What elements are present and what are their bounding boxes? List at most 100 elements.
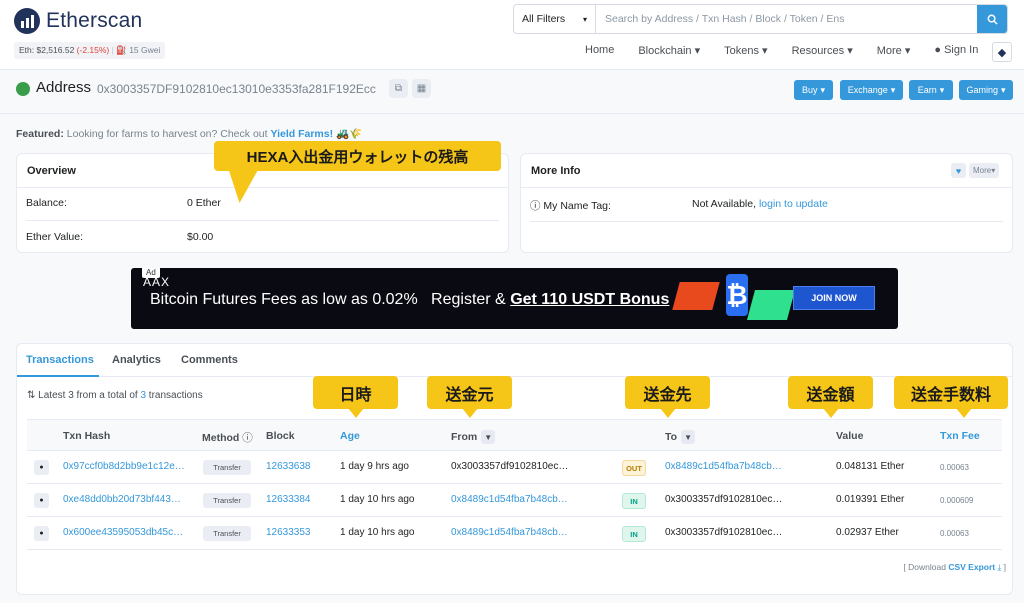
nav-tokens[interactable]: Tokens ▾ — [724, 44, 767, 57]
tab-bar: Transactions Analytics Comments — [17, 344, 1012, 377]
more-info-title: More Info — [531, 164, 581, 177]
more-info-card: More Info ♥ More ▾ ⓘ My Name Tag: Not Av… — [520, 153, 1013, 253]
earn-button[interactable]: Earn ▾ — [909, 80, 953, 100]
logo-chart-icon — [14, 8, 40, 34]
address-hash: 0x3003357DF9102810ec13010e3353fa281F192E… — [97, 82, 376, 96]
exchange-button[interactable]: Exchange ▾ — [840, 80, 903, 100]
callout-pointer — [660, 408, 676, 418]
table-row: ● 0x97ccf0b8d2bb9e1c12e… Transfer 126336… — [27, 451, 1002, 484]
heart-icon[interactable]: ♥ — [951, 163, 966, 178]
yield-farms-link[interactable]: Yield Farms! — [270, 128, 333, 140]
address-avatar-icon — [16, 82, 30, 96]
search-bar: All Filters ▾ — [513, 4, 1008, 34]
table-row: ● 0xe48dd0bb20d73bf443… Transfer 1263338… — [27, 484, 1002, 517]
col-to: To ▼ — [665, 430, 696, 444]
ether-value: $0.00 — [187, 231, 214, 243]
col-from: From ▼ — [451, 430, 496, 444]
fee-cell: 0.00063 — [940, 463, 969, 472]
login-link[interactable]: login to update — [759, 198, 828, 210]
tab-analytics[interactable]: Analytics — [112, 354, 161, 366]
search-filter-select[interactable]: All Filters ▾ — [514, 5, 596, 33]
block-link[interactable]: 12633638 — [266, 461, 311, 472]
txn-hash-link[interactable]: 0xe48dd0bb20d73bf443… — [63, 494, 181, 505]
chevron-down-icon: ▾ — [1000, 84, 1006, 95]
etherscan-logo[interactable]: Etherscan — [14, 8, 142, 34]
balance-value: 0 Ether — [187, 197, 221, 209]
info-icon: ⓘ — [242, 432, 253, 444]
block-link[interactable]: 12633353 — [266, 527, 311, 538]
callout-pointer — [348, 408, 364, 418]
callout-pointer — [956, 408, 972, 418]
ad-join-button[interactable]: JOIN NOW — [793, 286, 875, 310]
direction-badge: IN — [622, 493, 646, 509]
method-badge: Transfer — [203, 526, 251, 541]
nav-resources[interactable]: Resources ▾ — [792, 44, 853, 57]
ethereum-network-icon[interactable]: ◆ — [992, 42, 1012, 62]
help-icon: ⓘ — [530, 200, 541, 212]
from-address: 0x3003357df9102810ec… — [451, 461, 569, 472]
name-tag-value: Not Available, login to update — [692, 198, 828, 210]
to-address-link[interactable]: 0x8489c1d54fba7b48cb… — [665, 461, 782, 472]
chevron-down-icon: ▾ — [820, 84, 826, 95]
active-tab-indicator — [17, 375, 99, 377]
search-icon — [987, 14, 998, 25]
copy-icon[interactable]: ⧉ — [389, 79, 408, 98]
nav-home[interactable]: Home — [585, 44, 614, 57]
eye-icon[interactable]: ● — [34, 460, 49, 475]
ad-coin-graphic: ₿ — [726, 274, 748, 316]
from-callout: 送金元 — [427, 376, 512, 418]
txn-hash-link[interactable]: 0x600ee43595053db45c… — [63, 527, 183, 538]
search-button[interactable] — [977, 5, 1007, 33]
user-icon: ● — [934, 44, 942, 56]
col-value: Value — [836, 430, 864, 442]
featured-banner: Featured: Looking for farms to harvest o… — [16, 128, 363, 140]
callout-pointer — [823, 408, 839, 418]
ad-banner[interactable]: Ad AAX Bitcoin Futures Fees as low as 0.… — [131, 268, 898, 329]
eye-icon[interactable]: ● — [34, 493, 49, 508]
balance-callout: HEXA入出金用ウォレットの残高 — [214, 141, 501, 203]
col-txn-fee[interactable]: Txn Fee — [940, 430, 980, 442]
from-address-link[interactable]: 0x8489c1d54fba7b48cb… — [451, 494, 568, 505]
direction-badge: OUT — [622, 460, 646, 476]
more-dropdown[interactable]: More ▾ — [969, 163, 1000, 178]
transactions-summary: ⇅ Latest 3 from a total of 3 transaction… — [27, 390, 203, 401]
balance-label: Balance: — [26, 197, 67, 209]
download-icon: ⤓ — [997, 562, 1002, 572]
txn-hash-link[interactable]: 0x97ccf0b8d2bb9e1c12e… — [63, 461, 185, 472]
csv-export: [ Download CSV Export ⤓ ] — [903, 562, 1006, 572]
ad-graphic — [672, 282, 720, 310]
value-cell: 0.019391 Ether — [836, 494, 905, 505]
ad-brand: AAX — [143, 275, 171, 289]
search-input[interactable] — [596, 5, 977, 33]
fee-callout: 送金手数料 — [894, 376, 1008, 418]
value-cell: 0.02937 Ether — [836, 527, 899, 538]
eye-icon[interactable]: ● — [34, 526, 49, 541]
age-cell: 1 day 9 hrs ago — [340, 461, 409, 472]
ether-value-label: Ether Value: — [26, 231, 84, 243]
nav-blockchain[interactable]: Blockchain ▾ — [638, 44, 700, 57]
gaming-button[interactable]: Gaming ▾ — [959, 80, 1013, 100]
filter-icon[interactable]: ▼ — [481, 430, 496, 444]
tab-transactions[interactable]: Transactions — [26, 354, 94, 366]
to-callout: 送金先 — [625, 376, 710, 418]
buy-button[interactable]: Buy ▾ — [794, 80, 833, 100]
sign-in-link[interactable]: ● Sign In — [934, 44, 978, 57]
ad-text: Bitcoin Futures Fees as low as 0.02% Reg… — [150, 291, 670, 308]
ad-graphic — [746, 290, 796, 320]
from-address-link[interactable]: 0x8489c1d54fba7b48cb… — [451, 527, 568, 538]
fee-cell: 0.00063 — [940, 529, 969, 538]
col-age[interactable]: Age — [340, 430, 360, 442]
page-title: Address — [36, 79, 92, 96]
eth-price-ticker: Eth: $2,516.52 (-2.15%) | ⛽ 15 Gwei — [14, 42, 166, 59]
top-bar: Etherscan Eth: $2,516.52 (-2.15%) | ⛽ 15… — [0, 0, 1024, 70]
tractor-icon: 🚜🌾 — [336, 128, 363, 140]
nav-more[interactable]: More ▾ — [877, 44, 911, 57]
csv-export-link[interactable]: CSV Export — [948, 562, 995, 572]
value-callout: 送金額 — [788, 376, 873, 418]
qr-code-icon[interactable]: ▦ — [412, 79, 431, 98]
block-link[interactable]: 12633384 — [266, 494, 311, 505]
fee-cell: 0.000609 — [940, 496, 974, 505]
filter-icon[interactable]: ▼ — [681, 430, 696, 444]
tab-comments[interactable]: Comments — [181, 354, 238, 366]
col-txn-hash: Txn Hash — [63, 430, 111, 442]
